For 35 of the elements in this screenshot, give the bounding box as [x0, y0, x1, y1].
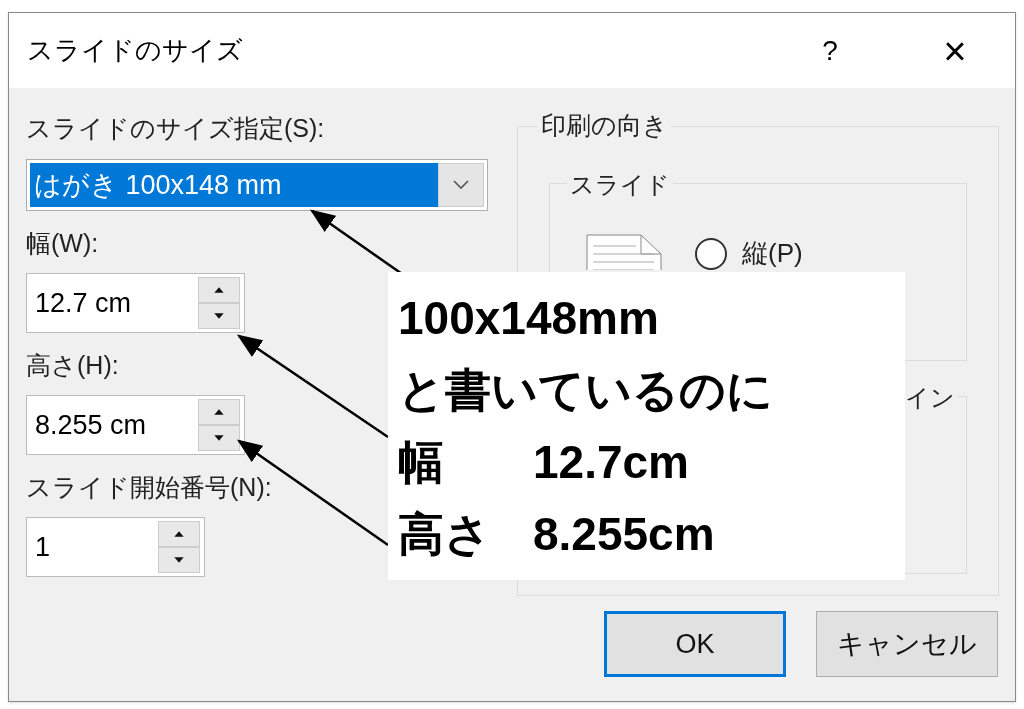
triangle-down-icon	[172, 555, 186, 565]
spin-up-button[interactable]	[198, 399, 240, 425]
spin-down-button[interactable]	[198, 425, 240, 451]
field-label: 高さ(H):	[26, 350, 119, 381]
radio-option[interactable]: 縦(P)	[695, 234, 803, 273]
callout-text: と書いているのに	[398, 363, 773, 418]
radio-button[interactable]	[695, 237, 727, 270]
window-title: スライドのサイズ	[27, 34, 243, 67]
spin-up-button[interactable]	[198, 277, 240, 303]
callout-text: 100x148mm	[398, 291, 659, 346]
field-label: スライド開始番号(N):	[26, 472, 272, 503]
triangle-up-icon	[212, 407, 226, 417]
help-button[interactable]: ?	[810, 29, 850, 72]
field-label: 幅(W):	[26, 228, 99, 259]
callout-text: 高さ	[398, 507, 492, 562]
spin-down-button[interactable]	[158, 547, 200, 573]
triangle-down-icon	[212, 311, 226, 321]
triangle-up-icon	[212, 285, 226, 295]
page-icon	[586, 234, 662, 270]
spin-field[interactable]: 12.7 cm	[26, 273, 245, 333]
size-dropdown[interactable]: はがき 100x148 mm	[26, 159, 488, 211]
cancel-button[interactable]: キャンセル	[816, 611, 998, 677]
callout-text: 幅	[398, 435, 445, 490]
spin-down-button[interactable]	[198, 303, 240, 329]
field-label: スライドのサイズ指定(S):	[26, 113, 325, 144]
spin-up-button[interactable]	[158, 521, 200, 547]
triangle-down-icon	[212, 433, 226, 443]
triangle-up-icon	[172, 529, 186, 539]
ok-button[interactable]: OK	[604, 611, 786, 677]
spin-field[interactable]: 8.255 cm	[26, 395, 245, 455]
callout-text: 12.7cm	[533, 435, 689, 490]
close-button[interactable]: ×	[935, 30, 975, 71]
spin-field[interactable]: 1	[26, 517, 205, 577]
callout-text: 8.255cm	[533, 507, 715, 562]
chevron-down-icon	[453, 180, 469, 190]
